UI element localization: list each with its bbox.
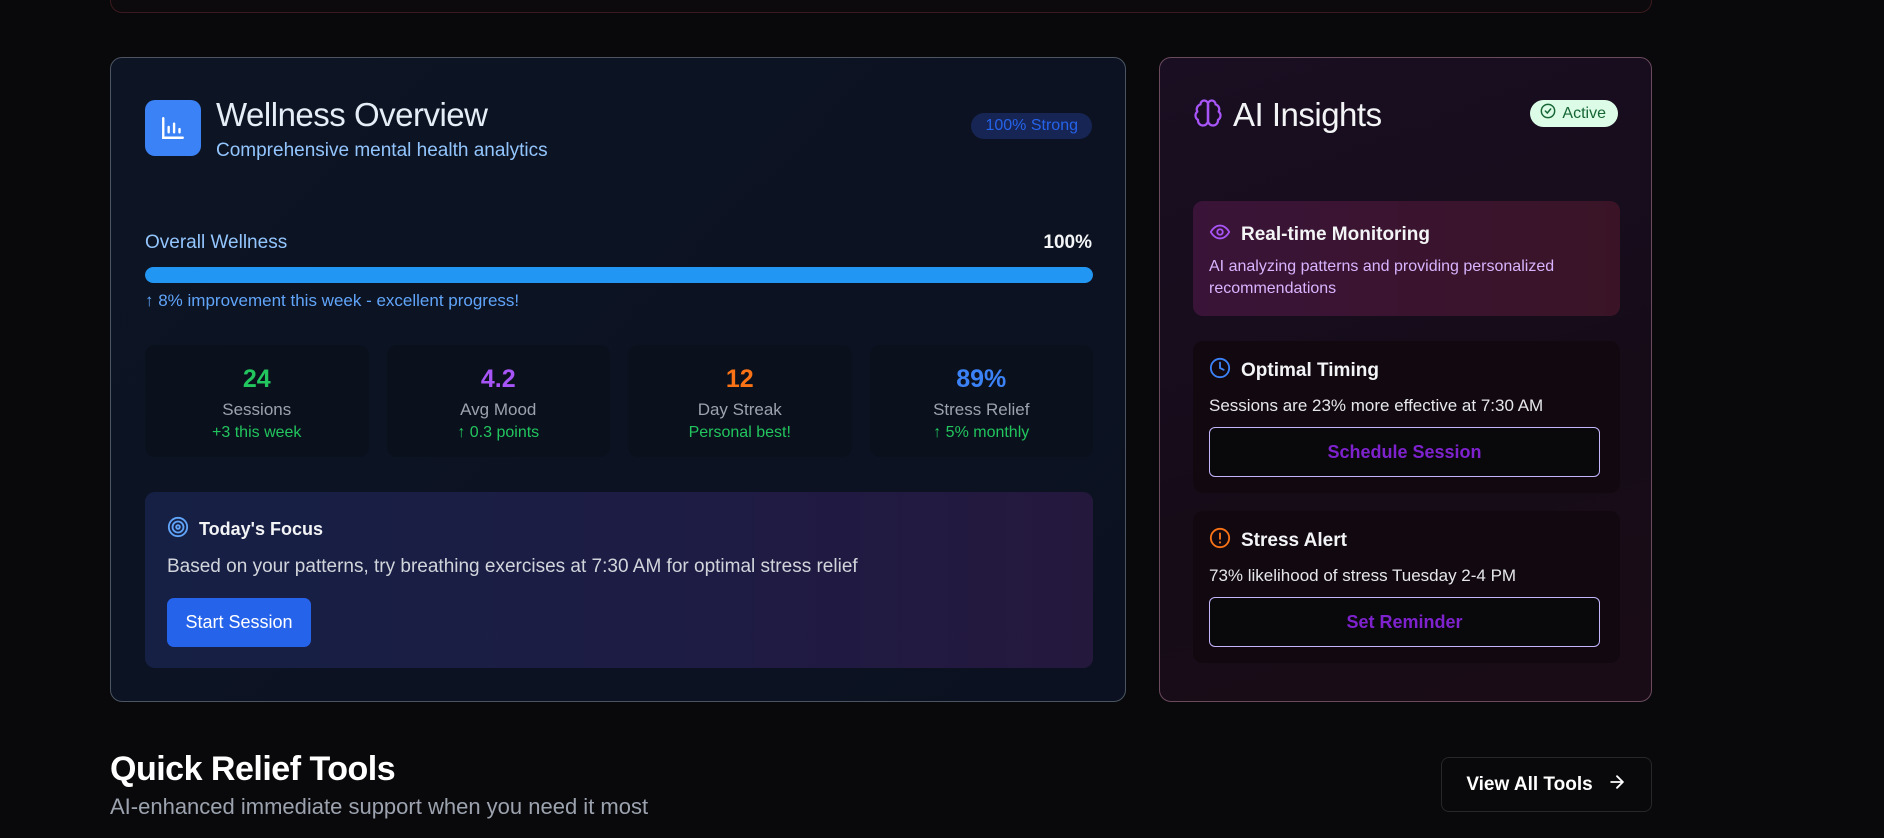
overall-wellness-label: Overall Wellness	[145, 232, 288, 253]
stat-delta: +3 this week	[212, 424, 302, 441]
focus-text: Based on your patterns, try breathing ex…	[167, 556, 858, 577]
stat-value: 89%	[956, 365, 1007, 393]
optimal-timing-card: Optimal Timing Sessions are 23% more eff…	[1193, 341, 1620, 493]
timing-header: Optimal Timing	[1209, 357, 1379, 384]
ai-header: AI Insights	[1193, 96, 1382, 134]
stress-text: 73% likelihood of stress Tuesday 2-4 PM	[1209, 566, 1517, 585]
timing-title: Optimal Timing	[1241, 359, 1379, 381]
stats-grid: 24 Sessions +3 this week 4.2 Avg Mood ↑ …	[145, 345, 1093, 457]
realtime-title: Real-time Monitoring	[1241, 223, 1430, 245]
stat-label: Day Streak	[697, 400, 782, 419]
progress-fill	[145, 267, 1093, 283]
stress-title: Stress Alert	[1241, 529, 1347, 551]
stat-delta: ↑ 0.3 points	[457, 424, 540, 441]
stat-value: 12	[725, 365, 754, 393]
check-circle-icon	[1540, 103, 1556, 124]
view-all-tools-button[interactable]: View All Tools	[1441, 757, 1652, 812]
target-icon	[167, 516, 189, 543]
stat-stress-relief: 89% Stress Relief ↑ 5% monthly	[869, 345, 1093, 457]
stat-day-streak: 12 Day Streak Personal best!	[628, 345, 852, 457]
previous-card	[110, 0, 1652, 13]
arrow-right-icon	[1607, 772, 1627, 798]
alert-circle-icon	[1209, 527, 1231, 554]
realtime-monitoring-card: Real-time Monitoring AI analyzing patter…	[1193, 201, 1620, 316]
ai-insights-card: AI Insights Active Real-time Monitoring …	[1159, 57, 1652, 702]
stress-alert-card: Stress Alert 73% likelihood of stress Tu…	[1193, 511, 1620, 663]
ai-title: AI Insights	[1233, 96, 1382, 133]
focus-title: Today's Focus	[199, 519, 323, 539]
stat-value: 24	[242, 365, 271, 393]
stress-header: Stress Alert	[1209, 527, 1347, 554]
realtime-text: AI analyzing patterns and providing pers…	[1209, 258, 1555, 297]
eye-icon	[1209, 221, 1231, 248]
view-all-label: View All Tools	[1466, 773, 1593, 795]
bar-chart-icon	[145, 100, 201, 156]
stat-label: Stress Relief	[933, 400, 1030, 419]
active-badge: Active	[1530, 100, 1618, 127]
stat-sessions: 24 Sessions +3 this week	[145, 345, 369, 457]
active-label: Active	[1562, 104, 1606, 122]
strength-badge: 100% Strong	[971, 113, 1092, 139]
stat-label: Avg Mood	[460, 400, 537, 419]
focus-header: Today's Focus	[167, 516, 323, 543]
overall-wellness-value: 100%	[1043, 232, 1092, 253]
stat-delta: Personal best!	[688, 424, 791, 441]
start-session-button[interactable]: Start Session	[167, 598, 311, 647]
wellness-subtitle: Comprehensive mental health analytics	[216, 140, 548, 161]
stat-delta: ↑ 5% monthly	[933, 424, 1030, 441]
improvement-note: ↑ 8% improvement this week - excellent p…	[145, 291, 520, 310]
clock-icon	[1209, 357, 1231, 384]
quick-relief-subtitle: AI-enhanced immediate support when you n…	[110, 794, 649, 819]
set-reminder-button[interactable]: Set Reminder	[1209, 597, 1600, 647]
stat-label: Sessions	[222, 400, 292, 419]
overall-wellness-progress	[145, 267, 1093, 283]
timing-text: Sessions are 23% more effective at 7:30 …	[1209, 396, 1544, 415]
todays-focus-panel: Today's Focus Based on your patterns, tr…	[145, 492, 1093, 668]
stat-value: 4.2	[480, 365, 516, 393]
stat-avg-mood: 4.2 Avg Mood ↑ 0.3 points	[386, 345, 610, 457]
brain-icon	[1193, 98, 1223, 133]
realtime-header: Real-time Monitoring	[1209, 221, 1430, 248]
wellness-title: Wellness Overview	[216, 96, 488, 133]
wellness-overview-card: Wellness Overview Comprehensive mental h…	[110, 57, 1126, 702]
schedule-session-button[interactable]: Schedule Session	[1209, 427, 1600, 477]
quick-relief-title: Quick Relief Tools	[110, 750, 396, 788]
